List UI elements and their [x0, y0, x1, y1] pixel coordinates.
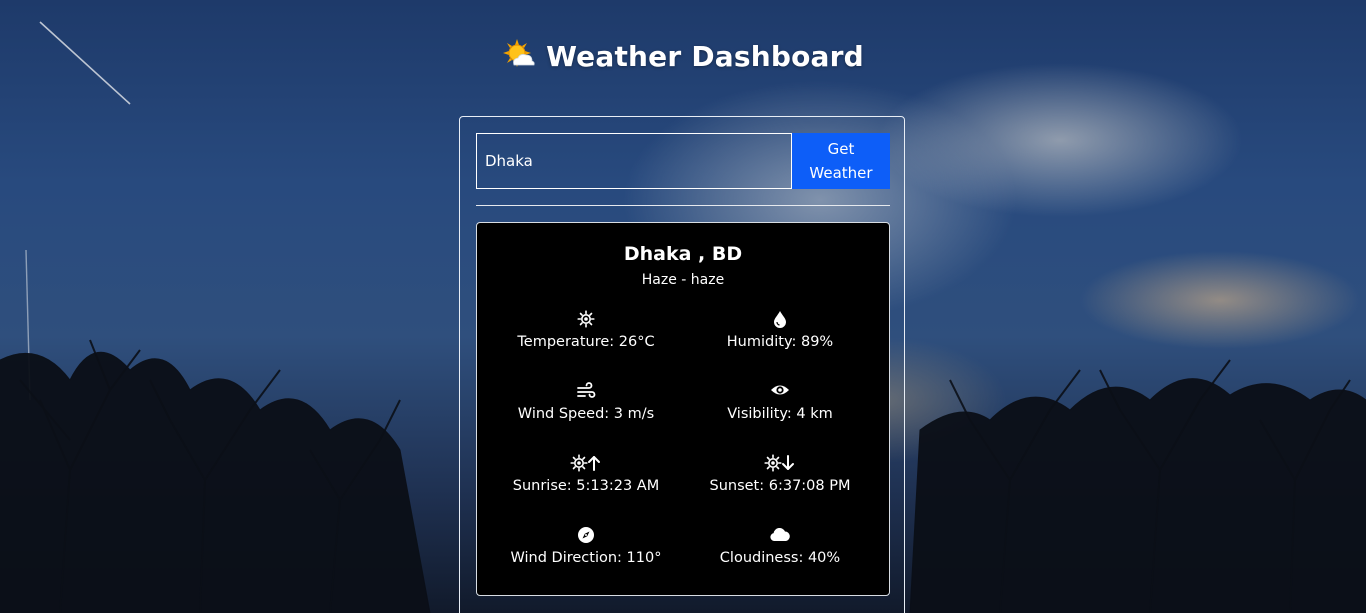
sunset-stat: Sunset: 6:37:08 PM — [680, 454, 880, 494]
wind-direction-label: Wind Direction: 110° — [510, 550, 662, 566]
get-weather-button[interactable]: Get Weather — [792, 133, 890, 189]
cloudiness-stat: Cloudiness: 40% — [680, 526, 880, 566]
humidity-stat: Humidity: 89% — [680, 310, 880, 350]
wind-icon — [486, 382, 686, 402]
temperature-sun-icon — [486, 310, 686, 330]
get-weather-button-label-line1: Get — [827, 140, 855, 158]
weather-description: Haze - haze — [641, 272, 725, 288]
divider — [476, 205, 890, 206]
temperature-label: Temperature: 26°C — [517, 334, 655, 350]
sunrise-stat: Sunrise: 5:13:23 AM — [486, 454, 686, 494]
humidity-label: Humidity: 89% — [726, 334, 834, 350]
cloudiness-label: Cloudiness: 40% — [719, 550, 841, 566]
get-weather-button-label-line2: Weather — [809, 164, 873, 182]
sunrise-label: Sunrise: 5:13:23 AM — [512, 478, 660, 494]
eye-icon — [680, 382, 880, 402]
weather-panel: GetWeather Dhaka , BD Haze - haze Te — [459, 116, 905, 613]
sunrise-icon — [486, 454, 686, 474]
wind-speed-label: Wind Speed: 3 m/s — [517, 406, 655, 422]
page-title-text: Weather Dashboard — [546, 40, 864, 73]
compass-icon — [486, 526, 686, 546]
temperature-stat: Temperature: 26°C — [486, 310, 686, 350]
page-title: Weather Dashboard — [0, 38, 1366, 73]
search-form: Get Weather — [476, 133, 890, 189]
visibility-label: Visibility: 4 km — [727, 406, 833, 422]
location-title: Dhaka , BD — [623, 243, 743, 265]
sun-behind-cloud-icon — [502, 38, 536, 72]
visibility-stat: Visibility: 4 km — [680, 382, 880, 422]
weather-card: Dhaka , BD Haze - haze Temperature: 26°C — [476, 222, 890, 596]
wind-direction-stat: Wind Direction: 110° — [486, 526, 686, 566]
water-drop-icon — [680, 310, 880, 330]
cloud-icon — [680, 526, 880, 546]
wind-speed-stat: Wind Speed: 3 m/s — [486, 382, 686, 422]
city-search-input[interactable] — [476, 133, 792, 189]
sunset-icon — [680, 454, 880, 474]
sunset-label: Sunset: 6:37:08 PM — [709, 478, 851, 494]
